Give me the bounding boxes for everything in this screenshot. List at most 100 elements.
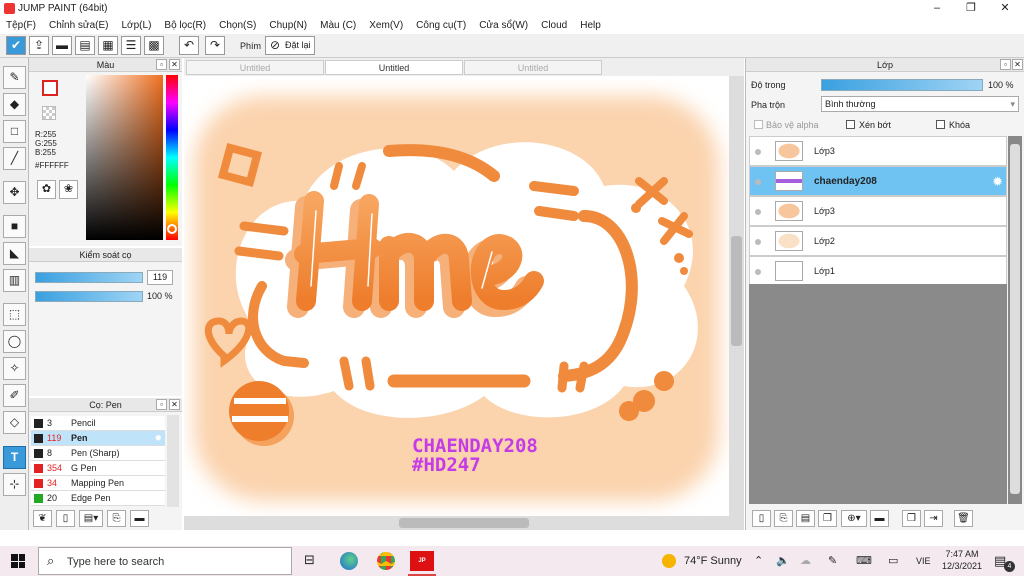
fill-rect-tool-icon[interactable]: ■: [3, 215, 26, 238]
eraser-tool-icon[interactable]: ◆: [3, 93, 26, 116]
undo-icon[interactable]: ↶: [179, 36, 199, 55]
visibility-eye-icon[interactable]: [755, 179, 761, 185]
tab-untitled-3[interactable]: Untitled: [464, 60, 602, 75]
tab-untitled-1[interactable]: Untitled: [186, 60, 324, 75]
menu-capture[interactable]: Chụp(N): [269, 17, 307, 34]
close-panel-icon[interactable]: ✕: [169, 399, 180, 410]
palette-settings-icon[interactable]: ❀: [59, 180, 78, 199]
menu-help[interactable]: Help: [580, 17, 601, 34]
new-layer-icon[interactable]: ▯: [752, 510, 771, 527]
transparent-swatch[interactable]: [42, 106, 56, 120]
line-tool-icon[interactable]: ╱: [3, 147, 26, 170]
layer-scroll-thumb[interactable]: [1010, 144, 1020, 494]
main-color-swatch[interactable]: [42, 80, 58, 96]
edge-browser-icon[interactable]: [340, 552, 358, 570]
canvas-horizontal-scrollbar[interactable]: [184, 516, 744, 530]
rect-tool-icon[interactable]: □: [3, 120, 26, 143]
brush-item[interactable]: 3 Pencil: [31, 416, 165, 431]
layer-list-scrollbar[interactable]: [1008, 136, 1022, 504]
grid-icon[interactable]: ▩: [144, 36, 164, 55]
brush-size-value[interactable]: 119: [147, 270, 173, 285]
select-eraser-icon[interactable]: ◇: [3, 411, 26, 434]
float-icon[interactable]: ▫: [156, 399, 167, 410]
list-icon[interactable]: ☰: [121, 36, 141, 55]
cloud-icon[interactable]: ☁: [800, 554, 811, 567]
move-tool-icon[interactable]: ✥: [3, 181, 26, 204]
restore-button[interactable]: ❐: [954, 0, 988, 17]
vertical-scroll-thumb[interactable]: [731, 236, 742, 346]
menu-select[interactable]: Chọn(S): [219, 17, 256, 34]
keyboard-icon[interactable]: ⌨: [856, 554, 872, 567]
brush-item[interactable]: 8 Pen (Sharp): [31, 446, 165, 461]
layer-copy-icon[interactable]: ⎘: [774, 510, 793, 527]
layer-row[interactable]: Lớp3: [749, 196, 1007, 226]
blend-mode-select[interactable]: Bình thường ▾: [821, 96, 1019, 112]
weather-text[interactable]: 74°F Sunny: [684, 555, 742, 567]
menu-view[interactable]: Xem(V): [369, 17, 403, 34]
visibility-eye-icon[interactable]: [755, 149, 761, 155]
layer-stack-icon[interactable]: ❒: [902, 510, 921, 527]
menu-filter[interactable]: Bộ lọc(R): [164, 17, 206, 34]
gear-icon[interactable]: ✹: [154, 431, 162, 446]
chrome-browser-icon[interactable]: [377, 552, 395, 570]
protect-alpha-checkbox[interactable]: [754, 120, 763, 129]
palette-icon[interactable]: ✿: [37, 180, 56, 199]
hue-handle[interactable]: [167, 224, 177, 234]
close-button[interactable]: ✕: [988, 0, 1022, 17]
brush-settings-icon[interactable]: ❦: [33, 510, 52, 527]
brush-item[interactable]: 20 Edge Pen: [31, 491, 165, 506]
brush-menu-icon[interactable]: ▤▾: [79, 510, 103, 527]
page-icon[interactable]: ▦: [98, 36, 118, 55]
float-icon[interactable]: ▫: [1000, 59, 1011, 70]
brush-folder-icon[interactable]: ▬: [130, 510, 149, 527]
copy-brush-icon[interactable]: ⎘: [107, 510, 126, 527]
windows-start-icon[interactable]: [11, 554, 25, 568]
speaker-icon[interactable]: 🔈: [776, 554, 790, 567]
eyedropper-tool-icon[interactable]: ⊹: [3, 473, 26, 496]
menu-cloud[interactable]: Cloud: [541, 17, 567, 34]
menu-edit[interactable]: Chỉnh sửa(E): [49, 17, 109, 34]
brush-tool-icon[interactable]: ✎: [3, 66, 26, 89]
layer-transfer-icon[interactable]: ⇥: [924, 510, 943, 527]
brush-item[interactable]: 119 Pen ✹: [31, 431, 165, 446]
menu-layer[interactable]: Lớp(L): [122, 17, 152, 34]
layer-duplicate-icon[interactable]: ❐: [818, 510, 837, 527]
jump-paint-taskbar-icon[interactable]: JP: [410, 551, 434, 571]
chevron-up-icon[interactable]: ⌃: [754, 554, 763, 567]
canvas-vertical-scrollbar[interactable]: [729, 76, 744, 516]
menu-file[interactable]: Tệp(F): [6, 17, 36, 34]
taskbar-search[interactable]: ⌕ Type here to search: [38, 547, 292, 575]
visibility-eye-icon[interactable]: [755, 209, 761, 215]
gradient-tool-icon[interactable]: ▥: [3, 269, 26, 292]
drawing-canvas[interactable]: CHAENDAY208 #HD247: [184, 76, 729, 516]
layer-row[interactable]: chaenday208 ✹: [749, 166, 1007, 196]
delete-layer-icon[interactable]: 🗑: [954, 510, 973, 527]
clip-checkbox[interactable]: [846, 120, 855, 129]
brush-item[interactable]: 34 Mapping Pen: [31, 476, 165, 491]
saturation-value-picker[interactable]: [86, 75, 163, 240]
layer-opacity-slider[interactable]: [821, 79, 983, 91]
magic-wand-icon[interactable]: ✧: [3, 357, 26, 380]
share-icon[interactable]: ⇪: [29, 36, 49, 55]
layer-row[interactable]: Lớp1: [749, 256, 1007, 286]
close-panel-icon[interactable]: ✕: [169, 59, 180, 70]
chat-icon[interactable]: ▤: [75, 36, 95, 55]
text-tool-icon[interactable]: T: [3, 446, 26, 469]
pen-icon[interactable]: ✎: [828, 554, 837, 567]
menu-tools[interactable]: Công cụ(T): [416, 17, 466, 34]
layer-folder-icon[interactable]: ▬: [870, 510, 889, 527]
menu-color[interactable]: Màu (C): [320, 17, 356, 34]
add-layer-menu-icon[interactable]: ⊕▾: [841, 510, 867, 527]
brush-item[interactable]: 354 G Pen: [31, 461, 165, 476]
select-pen-icon[interactable]: ✐: [3, 384, 26, 407]
visibility-eye-icon[interactable]: [755, 269, 761, 275]
battery-icon[interactable]: ▭: [888, 554, 898, 567]
clock-date[interactable]: 12/3/2021: [940, 561, 984, 571]
brush-opacity-slider[interactable]: [35, 291, 143, 302]
visibility-eye-icon[interactable]: [755, 239, 761, 245]
comment-icon[interactable]: ▬: [52, 36, 72, 55]
minimize-button[interactable]: –: [920, 0, 954, 17]
menu-window[interactable]: Cửa sổ(W): [479, 17, 528, 34]
brush-size-slider[interactable]: [35, 272, 143, 283]
language-indicator[interactable]: VIE: [916, 556, 931, 566]
